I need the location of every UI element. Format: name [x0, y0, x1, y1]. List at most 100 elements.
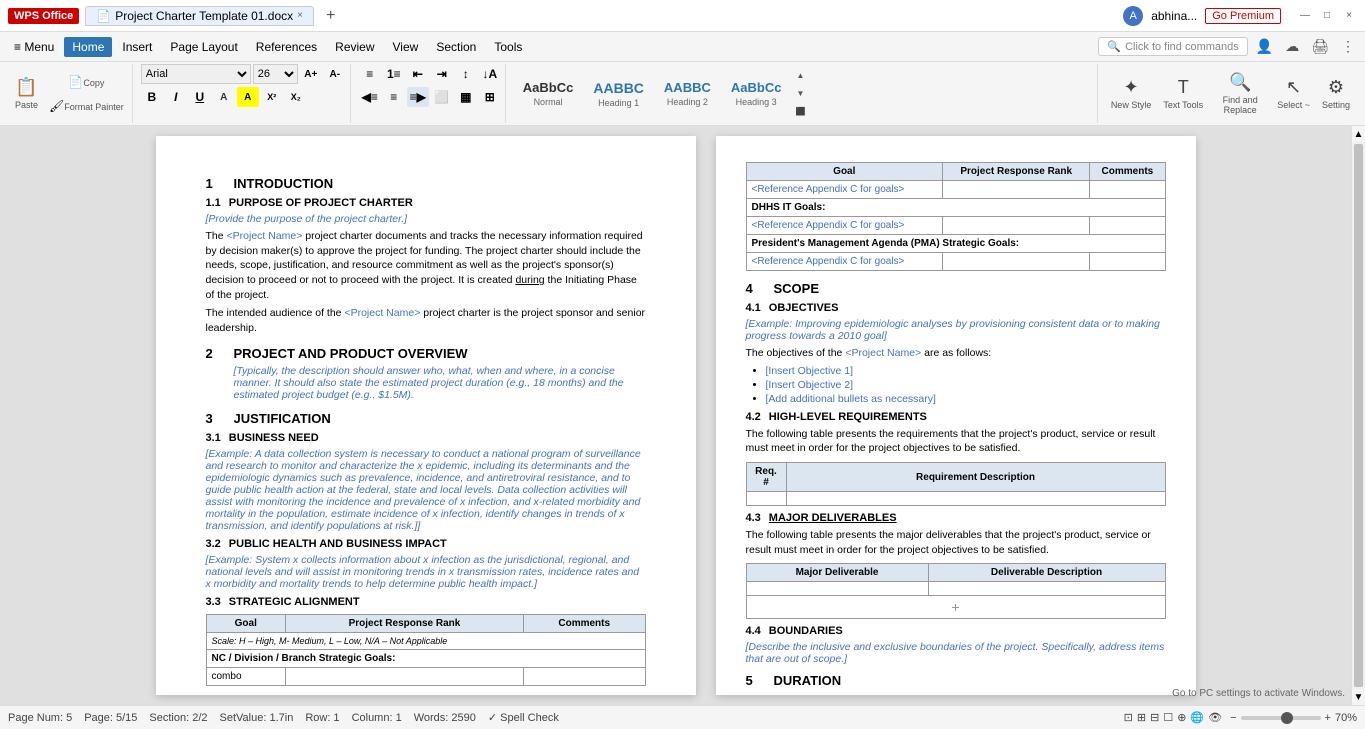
bold-button[interactable]: B	[141, 87, 163, 107]
document-tab[interactable]: 📄 Project Charter Template 01.docx ×	[85, 6, 314, 26]
menu-item-section[interactable]: Section	[428, 37, 484, 57]
line-spacing-button[interactable]: ↕	[455, 64, 477, 84]
close-tab-button[interactable]: ×	[297, 10, 303, 21]
search-command[interactable]: 🔍 Click to find commands	[1098, 37, 1247, 56]
menu-item-review[interactable]: Review	[327, 37, 382, 57]
section-status: Section: 2/2	[149, 712, 207, 724]
objectives-body: The objectives of the <Project Name> are…	[746, 346, 1166, 361]
find-replace-icon: 🔍	[1229, 72, 1251, 93]
superscript-button[interactable]: X²	[261, 87, 283, 107]
close-window-button[interactable]: ×	[1341, 8, 1357, 24]
scroll-thumb[interactable]	[1354, 144, 1363, 687]
view-icon-4[interactable]: ☐	[1163, 711, 1173, 724]
style-normal[interactable]: AaBbCc Normal	[514, 68, 583, 120]
minimize-button[interactable]: —	[1297, 8, 1313, 24]
title-bar-right: A abhina... Go Premium — □ ×	[1123, 6, 1357, 26]
section-3-2: 3.2 PUBLIC HEALTH AND BUSINESS IMPACT [E…	[206, 538, 646, 590]
table-header-goal: Goal	[206, 614, 286, 632]
go-premium-button[interactable]: Go Premium	[1205, 8, 1281, 24]
decrease-indent-button[interactable]: ⇤	[407, 64, 429, 84]
sort-button[interactable]: ↓A	[479, 64, 501, 84]
table-scale-row: Scale: H – High, M- Medium, L – Low, N/A…	[206, 632, 645, 649]
subscript-button[interactable]: X₂	[285, 87, 307, 107]
copy-button[interactable]: 📄 Copy	[45, 71, 128, 93]
pma-ref-cell: <Reference Appendix C for goals>	[746, 253, 943, 271]
borders-button[interactable]: ⊞	[479, 87, 501, 107]
zoom-out-button[interactable]: −	[1230, 712, 1236, 724]
font-color-button[interactable]: A	[213, 87, 235, 107]
pma-ref-row: <Reference Appendix C for goals>	[746, 253, 1165, 271]
user-avatar: A	[1123, 6, 1143, 26]
req-data-row	[746, 492, 1165, 506]
menu-item-home[interactable]: Home	[64, 37, 112, 57]
menu-button[interactable]: ≡ Menu	[6, 37, 62, 57]
view-icon-2[interactable]: ⊞	[1137, 711, 1146, 724]
objective-2: [Insert Objective 2]	[766, 379, 1166, 391]
gallery-down-button[interactable]: ▼	[792, 86, 808, 102]
search-icon: 🔍	[1107, 40, 1121, 53]
menu-item-view[interactable]: View	[385, 37, 427, 57]
paste-button[interactable]: 📋 Paste	[10, 66, 43, 122]
italic-button[interactable]: I	[165, 87, 187, 107]
font-group: Arial 26 A+ A- B I U A A X² X₂	[137, 64, 351, 123]
view-icon-6[interactable]: 🌐	[1190, 711, 1204, 724]
public-health-placeholder: [Example: System x collects information …	[206, 554, 646, 590]
gallery-expand-button[interactable]: ⬛	[792, 104, 808, 120]
gallery-up-button[interactable]: ▲	[792, 68, 808, 84]
spell-check-status[interactable]: ✓ Spell Check	[488, 711, 559, 724]
setting-button[interactable]: ⚙ Setting	[1317, 66, 1355, 122]
scroll-up-button[interactable]: ▲	[1352, 126, 1365, 142]
view-icon-5[interactable]: ⊕	[1177, 711, 1186, 724]
view-icon-1[interactable]: ⊡	[1124, 711, 1133, 724]
objectives-list: [Insert Objective 1] [Insert Objective 2…	[766, 365, 1166, 405]
cloud-icon[interactable]: ☁	[1281, 36, 1303, 57]
font-name-select[interactable]: Arial	[141, 64, 251, 84]
text-tools-button[interactable]: T Text Tools	[1158, 66, 1208, 122]
setting-icon: ⚙	[1328, 77, 1344, 98]
print-icon[interactable]: 🖨	[1307, 36, 1333, 57]
page-count-status: Page: 5/15	[84, 712, 137, 724]
underline-button[interactable]: U	[189, 87, 211, 107]
decrease-font-button[interactable]: A-	[324, 64, 346, 84]
add-tab-button[interactable]: +	[320, 7, 341, 25]
highlight-button[interactable]: A	[237, 87, 259, 107]
status-bar: Page Num: 5 Page: 5/15 Section: 2/2 SetV…	[0, 705, 1365, 729]
menu-item-references[interactable]: References	[248, 37, 325, 57]
vertical-scrollbar[interactable]: ▲ ▼	[1351, 126, 1365, 705]
numbering-button[interactable]: 1≡	[383, 64, 405, 84]
boundaries-placeholder: [Describe the inclusive and exclusive bo…	[746, 641, 1166, 665]
menu-item-tools[interactable]: Tools	[486, 37, 530, 57]
scroll-down-button[interactable]: ▼	[1352, 689, 1365, 705]
view-icon-3[interactable]: ⊟	[1150, 711, 1159, 724]
align-left-button[interactable]: ◀≡	[359, 87, 381, 107]
maximize-button[interactable]: □	[1319, 8, 1335, 24]
table-nc-row: NC / Division / Branch Strategic Goals:	[206, 649, 645, 667]
column-button[interactable]: ▦	[455, 87, 477, 107]
increase-font-button[interactable]: A+	[300, 64, 322, 84]
font-size-select[interactable]: 26	[253, 64, 298, 84]
increase-indent-button[interactable]: ⇥	[431, 64, 453, 84]
bullets-button[interactable]: ≡	[359, 64, 381, 84]
column-status: Column: 1	[352, 712, 402, 724]
more-options-icon[interactable]: ⋮	[1337, 36, 1359, 57]
zoom-in-button[interactable]: +	[1325, 712, 1331, 724]
menu-item-insert[interactable]: Insert	[114, 37, 160, 57]
align-center-button[interactable]: ≡	[383, 87, 405, 107]
justify-button[interactable]: ⬜	[431, 87, 453, 107]
zoom-slider[interactable]	[1241, 716, 1321, 720]
find-replace-button[interactable]: 🔍 Find and Replace	[1210, 66, 1270, 122]
select-button[interactable]: ↖ Select ~	[1272, 66, 1315, 122]
align-right-button[interactable]: ≡▶	[407, 87, 429, 107]
section-5: 5 DURATION	[746, 673, 1166, 688]
style-heading1[interactable]: AABBC Heading 1	[584, 68, 653, 120]
style-heading3[interactable]: AaBbCc Heading 3	[722, 68, 791, 120]
menu-item-page-layout[interactable]: Page Layout	[162, 37, 245, 57]
format-painter-button[interactable]: 🖌 Format Painter	[45, 95, 128, 117]
style-heading2[interactable]: AABBC Heading 2	[655, 68, 720, 120]
share-icon[interactable]: 👤	[1252, 36, 1277, 57]
section-4-1: 4.1 OBJECTIVES [Example: Improving epide…	[746, 302, 1166, 405]
section-3-3: 3.3 STRATEGIC ALIGNMENT Goal Project Res…	[206, 596, 646, 686]
view-icon-7[interactable]: 👁	[1208, 711, 1222, 724]
new-style-button[interactable]: ✦ New Style	[1106, 66, 1157, 122]
font-format-row: B I U A A X² X₂	[141, 87, 307, 107]
